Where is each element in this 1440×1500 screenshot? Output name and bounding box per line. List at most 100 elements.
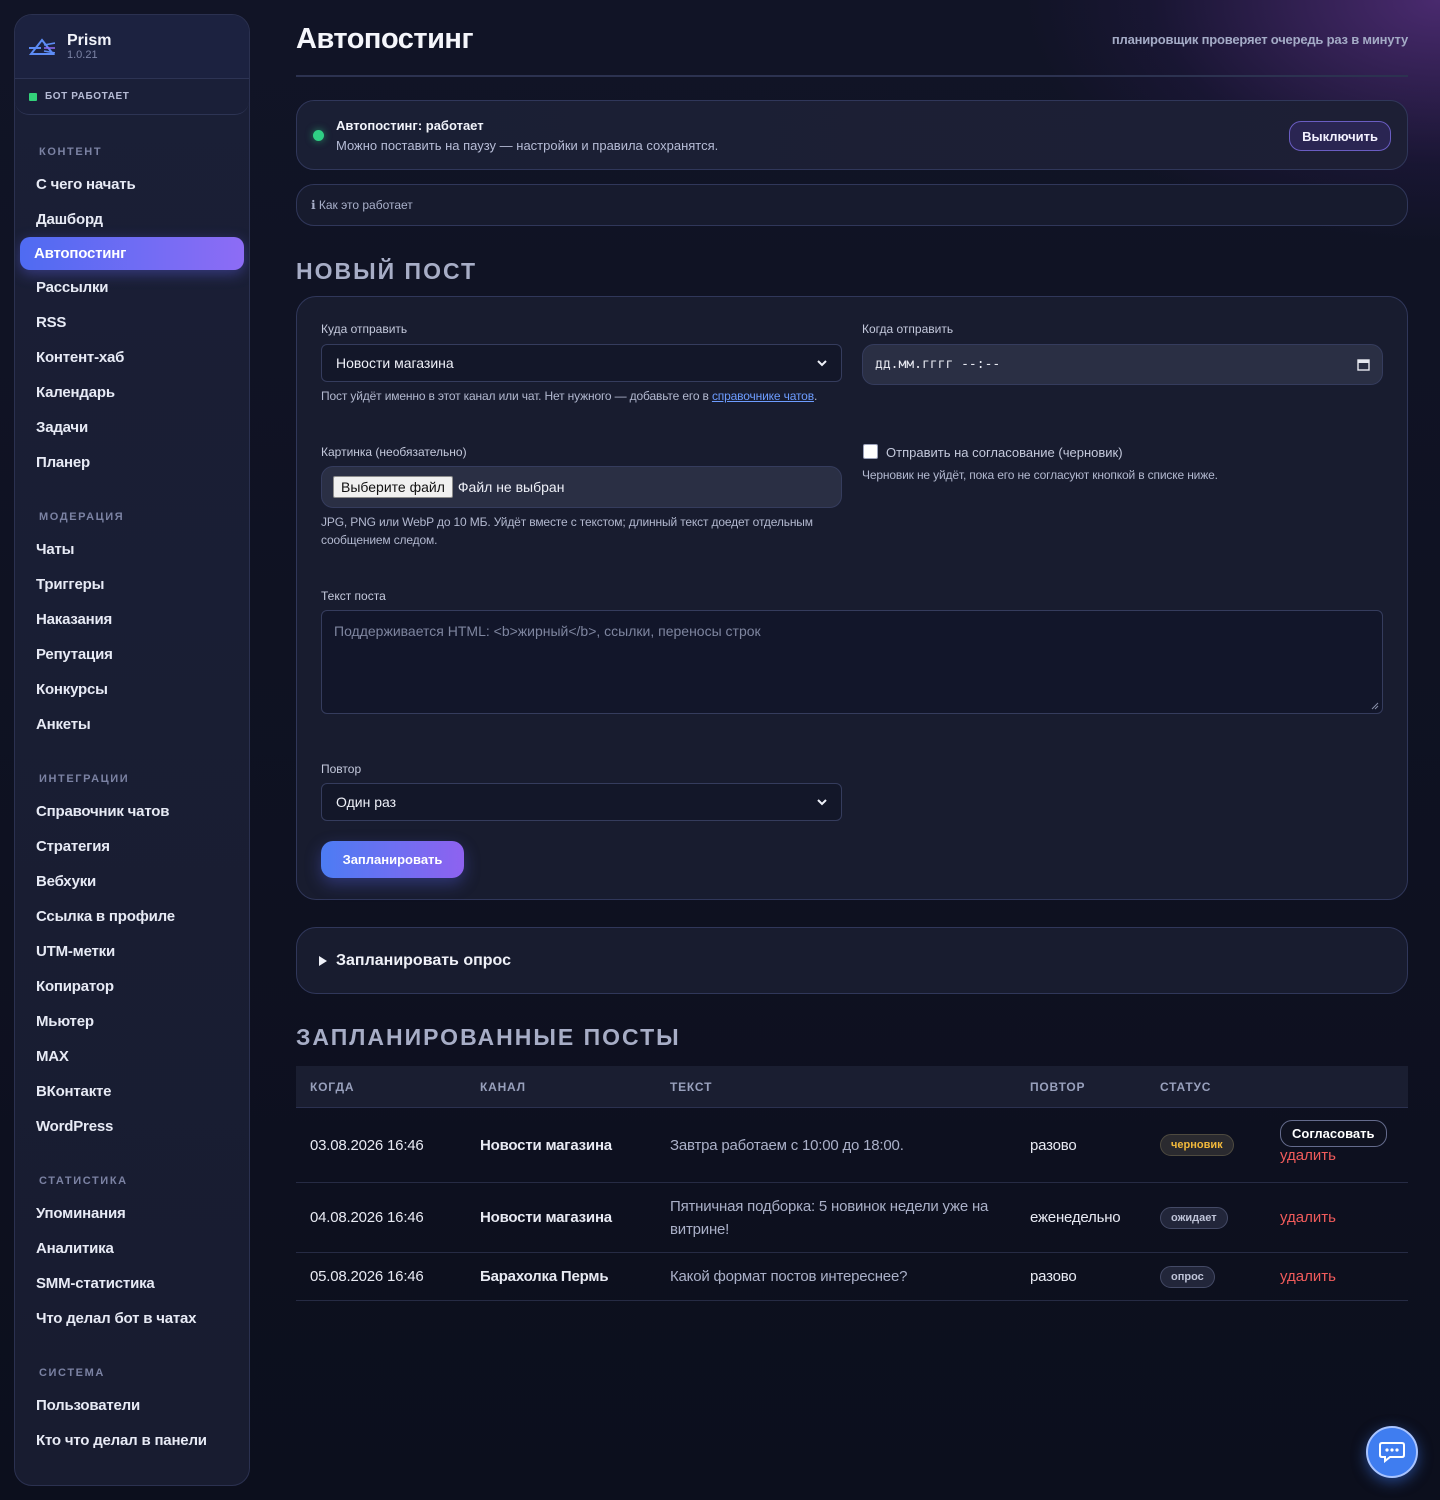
col-when: КОГДА [310, 1079, 355, 1094]
repeat-select[interactable]: Один раз [321, 783, 842, 821]
sidebar-item[interactable]: Стратегия [15, 829, 249, 864]
delete-link[interactable]: удалить [1280, 1268, 1336, 1285]
nav-group: СИСТЕМА Пользователи Кто что делал в панел… [15, 1336, 249, 1458]
sidebar-item[interactable]: Кто что делал в панели [15, 1423, 249, 1458]
disable-autoposting-button[interactable]: Выключить [1289, 121, 1391, 151]
row-channel: Барахолка Пермь [480, 1268, 609, 1285]
approve-button[interactable]: Согласовать [1280, 1120, 1387, 1147]
calendar-icon[interactable] [1357, 358, 1370, 371]
row-repeat: разово [1030, 1268, 1077, 1285]
bot-status: БОТ РАБОТАЕТ [15, 79, 249, 115]
row-text: Пятничная подборка: 5 новинок недели уже… [670, 1197, 989, 1238]
page-title: Автопостинг [296, 23, 474, 55]
sidebar-item[interactable]: Мьютер [15, 1004, 249, 1039]
topbar: Автопостинг планировщик проверяет очеред… [296, 0, 1408, 77]
sidebar-item[interactable]: Что делал бот в чатах [15, 1301, 249, 1336]
sidebar-item[interactable]: Анкеты [15, 707, 249, 742]
delete-link[interactable]: удалить [1280, 1209, 1336, 1226]
nav-group: МОДЕРАЦИЯ Чаты Триггеры Наказания Репутация К… [15, 480, 249, 742]
sidebar-item[interactable]: Автопостинг [20, 237, 244, 270]
status-badge: черновик [1160, 1134, 1234, 1156]
table-row: 03.08.2026 16:46 Новости магазина Завтра… [296, 1108, 1408, 1183]
how-it-works-toggle[interactable]: ℹ Как это работает [296, 184, 1408, 226]
sidebar-item[interactable]: Пользователи [15, 1388, 249, 1423]
col-channel: КАНАЛ [480, 1079, 526, 1094]
row-when: 03.08.2026 16:46 [310, 1136, 424, 1154]
status-subtitle: Можно поставить на паузу — настройки и п… [336, 137, 719, 153]
table-row: 05.08.2026 16:46 Барахолка Пермь Какой ф… [296, 1253, 1408, 1301]
new-post-section-title: НОВЫЙ ПОСТ [296, 258, 478, 284]
brand[interactable]: Prism 1.0.21 [15, 15, 249, 79]
schedule-poll-toggle[interactable]: Запланировать опрос [296, 927, 1408, 994]
nav-group: ИНТЕГРАЦИИ Справочник чатов Стратегия Вебху… [15, 742, 249, 1144]
draft-help: Черновик не уйдёт, пока его не согласуют… [862, 468, 1218, 482]
sidebar-item[interactable]: Копиратор [15, 969, 249, 1004]
table-row: 04.08.2026 16:46 Новости магазина Пятнич… [296, 1183, 1408, 1253]
row-text: Какой формат постов интереснее? [670, 1268, 908, 1285]
schedule-poll-label: Запланировать опрос [336, 951, 512, 969]
nav-group: СТАТИСТИКА Упоминания Аналитика SMM-статист… [15, 1144, 249, 1336]
sidebar: Prism 1.0.21 БОТ РАБОТАЕТ КОНТЕНТ С чего … [14, 14, 250, 1486]
sidebar-item[interactable]: Упоминания [15, 1196, 249, 1231]
main-content: Автопостинг планировщик проверяет очеред… [296, 0, 1408, 1301]
chat-support-button[interactable] [1366, 1426, 1418, 1478]
row-repeat: разово [1030, 1136, 1077, 1154]
choose-file-button[interactable]: Выберите файл [333, 476, 453, 498]
chat-directory-link[interactable]: справочнике чатов [712, 389, 814, 403]
new-post-form: Куда отправить Новости магазина Пост уйд… [296, 296, 1408, 900]
autoposting-status-card: Автопостинг: работает Можно поставить на… [296, 100, 1408, 170]
draft-checkbox[interactable] [863, 444, 878, 459]
sidebar-item[interactable]: Наказания [15, 602, 249, 637]
sidebar-item[interactable]: Ссылка в профиле [15, 899, 249, 934]
sidebar-item[interactable]: RSS [15, 305, 249, 340]
sidebar-item[interactable]: ВКонтакте [15, 1074, 249, 1109]
target-label: Куда отправить [321, 322, 408, 336]
sidebar-item[interactable]: SMM-статистика [15, 1266, 249, 1301]
sidebar-item[interactable]: С чего начать [15, 167, 249, 202]
sidebar-item[interactable]: Чаты [15, 532, 249, 567]
sidebar-item[interactable]: Задачи [15, 410, 249, 445]
schedule-button[interactable]: Запланировать [321, 841, 464, 878]
nav-group-header: МОДЕРАЦИЯ [39, 511, 125, 523]
target-select-value: Новости магазина [336, 355, 454, 371]
sidebar-item[interactable]: UTM-метки [15, 934, 249, 969]
post-text-area[interactable]: Поддерживается HTML: <b>жирный</b>, ссыл… [321, 610, 1383, 714]
target-help-text: Пост уйдёт именно в этот канал или чат. … [321, 389, 712, 403]
post-text-placeholder: Поддерживается HTML: <b>жирный</b>, ссыл… [334, 623, 761, 639]
sidebar-item[interactable]: Конкурсы [15, 672, 249, 707]
sidebar-item[interactable]: Репутация [15, 637, 249, 672]
table-header: КОГДА КАНАЛ ТЕКСТ ПОВТОР СТАТУС [296, 1066, 1408, 1108]
sidebar-item[interactable]: Рассылки [15, 270, 249, 305]
col-text: ТЕКСТ [670, 1079, 713, 1094]
image-file-input[interactable]: Выберите файл Файл не выбран [321, 466, 842, 508]
sidebar-item[interactable]: Аналитика [15, 1231, 249, 1266]
sidebar-item[interactable]: WordPress [15, 1109, 249, 1144]
sidebar-item[interactable]: Вебхуки [15, 864, 249, 899]
row-when: 04.08.2026 16:46 [310, 1209, 424, 1226]
row-repeat: еженедельно [1030, 1209, 1121, 1226]
row-channel: Новости магазина [480, 1136, 612, 1154]
scheduled-section-title: ЗАПЛАНИРОВАННЫЕ ПОСТЫ [296, 1024, 681, 1050]
sidebar-item[interactable]: MAX [15, 1039, 249, 1074]
sidebar-item[interactable]: Справочник чатов [15, 794, 249, 829]
text-label: Текст поста [321, 589, 386, 603]
resize-grip-icon[interactable] [1371, 702, 1379, 710]
sidebar-item[interactable]: Календарь [15, 375, 249, 410]
when-datetime-input[interactable]: дд.мм.гггг --:-- [862, 344, 1383, 385]
draft-label[interactable]: Отправить на согласование (черновик) [886, 445, 1123, 460]
target-select[interactable]: Новости магазина [321, 344, 842, 382]
target-help: Пост уйдёт именно в этот канал или чат. … [321, 387, 842, 405]
chevron-down-icon [817, 799, 827, 806]
row-text: Завтра работаем с 10:00 до 18:00. [670, 1136, 904, 1154]
sidebar-item[interactable]: Дашборд [15, 202, 249, 237]
sidebar-item[interactable]: Триггеры [15, 567, 249, 602]
row-when: 05.08.2026 16:46 [310, 1268, 424, 1285]
delete-link[interactable]: удалить [1280, 1147, 1336, 1164]
chevron-down-icon [817, 360, 827, 367]
sidebar-item[interactable]: Контент-хаб [15, 340, 249, 375]
status-dot-icon [313, 129, 324, 141]
sidebar-nav: КОНТЕНТ С чего начать Дашборд Автопостинг Ра… [15, 115, 249, 1458]
sidebar-item[interactable]: Планер [15, 445, 249, 480]
target-help-suffix: . [813, 389, 818, 403]
nav-group: КОНТЕНТ С чего начать Дашборд Автопостинг Ра… [15, 115, 249, 480]
